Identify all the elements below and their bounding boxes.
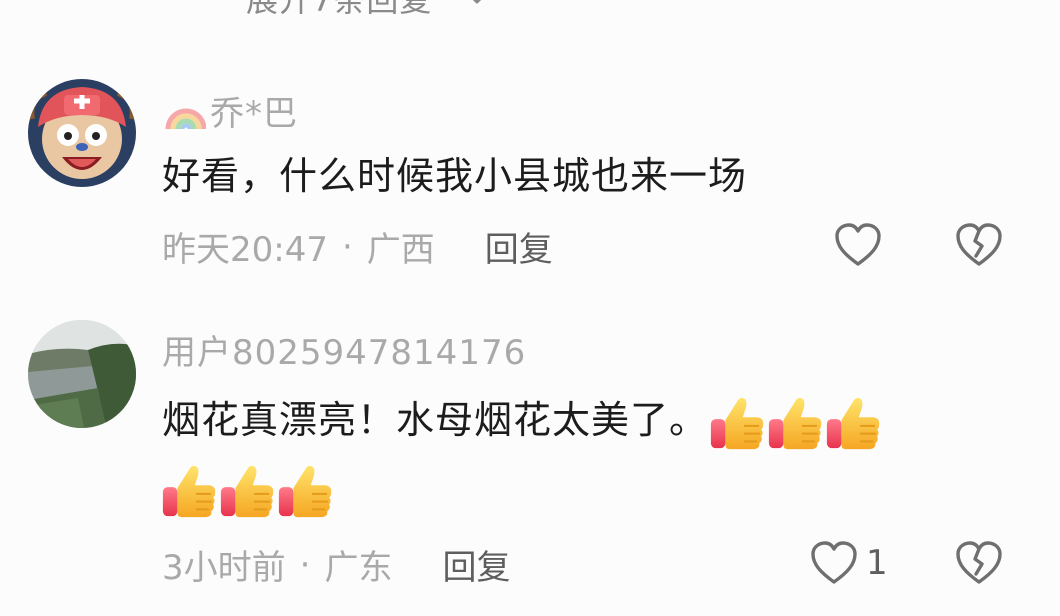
thumbs-up-emoji [160, 462, 218, 520]
timestamp: 昨天20:47 [162, 230, 328, 270]
broken-heart-icon [956, 223, 1002, 266]
expand-replies-button[interactable]: 展开7条回复 [160, 0, 490, 19]
reply-button[interactable]: 回复 [485, 222, 553, 271]
thumbs-up-emoji [824, 394, 882, 452]
like-button[interactable] [834, 222, 882, 268]
comment-text-line-1: 烟花真漂亮！水母烟花太美了。 [162, 390, 882, 452]
broken-heart-icon [956, 541, 1002, 584]
heart-icon [811, 541, 857, 584]
expand-replies-label: 展开7条回复 [246, 0, 433, 19]
thumbs-up-emoji [708, 394, 766, 452]
meta-separator: · [341, 226, 353, 267]
heart-icon [835, 223, 881, 266]
comment-text-line-2 [160, 458, 334, 520]
thumbs-up-emoji [218, 462, 276, 520]
timestamp: 3小时前 [162, 548, 286, 588]
username[interactable]: 乔*巴 [210, 86, 298, 135]
chevron-down-icon [473, 0, 482, 4]
avatar[interactable] [28, 79, 136, 187]
location: 广东 [324, 548, 393, 588]
dislike-button[interactable] [955, 540, 1003, 586]
comment-text: 好看，什么时候我小县城也来一场 [162, 154, 748, 198]
like-button[interactable]: 1 [810, 540, 888, 586]
comment-meta: 昨天20:47 · 广西 回复 [162, 222, 553, 271]
username-row: 用户8025947814176 [162, 325, 526, 374]
comment-list: 展开7条回复 乔*巴 好看，什么时候我小县城也来一场 昨天20:47 · 广西 … [0, 0, 1060, 616]
avatar[interactable] [28, 320, 136, 428]
thumbs-up-emoji [766, 394, 824, 452]
dislike-button[interactable] [955, 222, 1003, 268]
river-landscape-avatar [28, 320, 136, 428]
cartoon-character-avatar [28, 79, 136, 187]
username[interactable]: 用户8025947814176 [162, 325, 526, 374]
reply-button[interactable]: 回复 [442, 540, 510, 589]
comment-meta: 3小时前 · 广东 回复 [162, 540, 510, 589]
rainbow-icon [165, 108, 206, 129]
like-count: 1 [866, 543, 888, 583]
comment-text: 烟花真漂亮！水母烟花太美了。 [162, 398, 709, 442]
thumbs-up-emoji [276, 462, 334, 520]
username-row: 乔*巴 [162, 86, 298, 135]
meta-separator: · [299, 544, 311, 585]
location: 广西 [366, 230, 435, 270]
